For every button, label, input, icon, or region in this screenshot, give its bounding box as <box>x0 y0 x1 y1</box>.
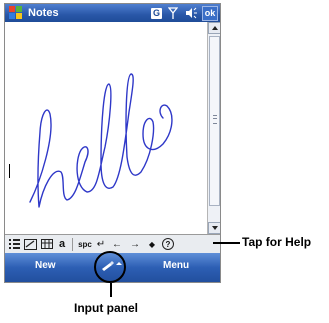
right-arrow-button[interactable]: → <box>126 236 144 252</box>
speaker-icon[interactable] <box>184 6 198 20</box>
new-softkey[interactable]: New <box>35 260 56 271</box>
backspace-button[interactable]: ◆ <box>144 236 160 252</box>
g-status-icon[interactable]: G <box>151 7 162 19</box>
app-title: Notes <box>28 7 59 19</box>
help-button[interactable]: ? <box>160 236 176 252</box>
writing-canvas[interactable] <box>5 22 207 234</box>
scroll-thumb[interactable] <box>209 36 220 206</box>
ok-button[interactable]: ok <box>202 5 218 21</box>
help-callout-label: Tap for Help <box>242 235 312 249</box>
title-bar: Notes G ok <box>5 4 220 22</box>
menu-softkey[interactable]: Menu <box>163 260 189 271</box>
scroll-down-button[interactable] <box>208 222 220 234</box>
left-arrow-button[interactable]: ← <box>108 236 126 252</box>
text-cursor <box>9 164 10 178</box>
input-toolbar: a spc ↵ ← → ◆ ? <box>5 234 220 253</box>
keyboard-icon[interactable] <box>39 236 55 252</box>
input-callout-label: Input panel <box>74 301 138 315</box>
input-panel-highlight-circle <box>94 251 126 283</box>
handwriting-ink <box>29 73 173 208</box>
letter-mode-button[interactable]: a <box>55 236 69 252</box>
input-callout-line <box>110 283 112 297</box>
list-mode-icon[interactable] <box>7 236 21 252</box>
antenna-icon[interactable] <box>166 6 180 20</box>
windows-flag-icon[interactable] <box>8 5 24 21</box>
enter-button[interactable]: ↵ <box>94 236 108 252</box>
help-icon: ? <box>162 238 174 250</box>
device-screen: Notes G ok a spc ↵ ← → ◆ ? New Menu <box>4 3 221 283</box>
scroll-up-button[interactable] <box>208 22 220 34</box>
pen-mode-icon[interactable] <box>21 236 39 252</box>
toolbar-divider <box>72 237 73 251</box>
space-button[interactable]: spc <box>76 236 94 252</box>
help-callout-line <box>213 242 240 244</box>
vertical-scrollbar[interactable] <box>207 22 220 234</box>
